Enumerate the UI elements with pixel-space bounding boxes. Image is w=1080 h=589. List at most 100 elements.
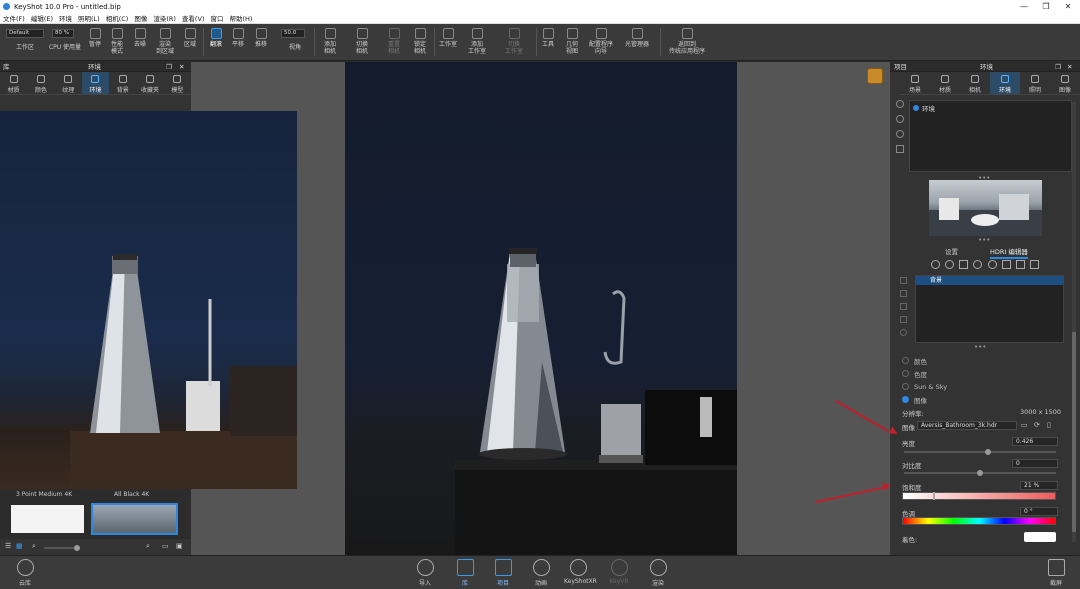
pin-up-icon[interactable] [900,290,907,297]
brightness-slider[interactable] [904,449,1056,455]
close-panel-icon[interactable]: ✕ [1067,62,1072,72]
switch-studio-button[interactable]: 切换 工作室 [500,26,528,55]
switch-camera-button[interactable]: 切换 相机 [350,26,374,55]
pin-down-icon[interactable] [900,303,907,310]
reset-camera-button[interactable]: 重置 相机 [382,26,406,55]
tab-scene[interactable]: 场景 [900,72,930,94]
panel-scrollbar[interactable] [1072,102,1076,542]
tab-lighting[interactable]: 照明 [1020,72,1050,94]
saturation-marker[interactable] [933,492,935,500]
contrast-knob[interactable] [977,470,983,476]
menu-help[interactable]: 帮助(H) [226,13,255,23]
copy-environment-icon[interactable] [896,130,904,138]
open-folder-icon[interactable]: ▭ [1021,421,1028,429]
close-panel-icon[interactable]: ✕ [179,62,184,72]
cpu-usage-input[interactable]: 80 % [52,29,74,38]
radio-color[interactable]: 颜色 [890,354,1070,367]
tab-colors[interactable]: 颜色 [27,72,54,94]
field-of-view-input[interactable]: 50.0 [281,29,305,38]
menu-lighting[interactable]: 照明(L) [75,13,103,23]
pin-tool-icon[interactable] [900,277,907,284]
hdri-preview-image[interactable] [929,180,1042,236]
menu-render[interactable]: 渲染(R) [150,13,179,23]
library-button[interactable]: 库 [451,559,479,587]
region-button[interactable]: 区域 [180,26,200,48]
tab-camera[interactable]: 相机 [960,72,990,94]
add-camera-button[interactable]: 添加 相机 [318,26,342,55]
project-button[interactable]: 项目 [489,559,517,587]
scrollbar-thumb[interactable] [1072,332,1076,532]
trash-icon[interactable]: ▯ [1047,421,1051,429]
render-button[interactable]: 渲染 [644,559,672,587]
menu-view[interactable]: 查看(V) [179,13,208,23]
duplicate-environment-icon[interactable] [896,115,904,123]
denoise-button[interactable]: 去噪 [130,26,150,48]
brightness-input[interactable]: 0.426 [1012,437,1058,446]
radio-sun-sky[interactable]: Sun & Sky [890,380,1070,393]
grid-view-icon[interactable]: ▦ [16,542,23,550]
menu-camera[interactable]: 相机(C) [103,13,132,23]
save-icon[interactable] [1001,260,1011,269]
animation-button[interactable]: 动画 [527,559,555,587]
env-thumbnail-3point[interactable] [11,505,84,533]
tab-favorites[interactable]: 收藏夹 [136,72,163,94]
background-pin-item[interactable]: 背景 [916,276,1063,285]
saturation-input[interactable]: 21 % [1020,481,1058,490]
undock-icon[interactable]: ❐ [166,62,172,72]
menu-file[interactable]: 文件(F) [0,13,28,23]
environment-list-item[interactable]: 环境 [910,101,1071,115]
image-pin-icon[interactable] [959,260,969,269]
folder-open-icon[interactable] [1015,260,1025,269]
screenshot-button[interactable]: 截屏 [1042,559,1070,587]
keyvr-button[interactable]: KeyVR [605,559,633,585]
menu-window[interactable]: 窗口 [207,13,226,23]
subtab-hdri-editor[interactable]: HDRI 编辑器 [990,246,1028,259]
cloud-library-button[interactable]: 云库 [11,559,39,587]
overlay-color-swatch[interactable] [1024,532,1056,542]
lock-camera-button[interactable]: 锁定 相机 [408,26,432,55]
menu-environment[interactable]: 环境 [56,13,75,23]
resize-handle[interactable]: ••• [978,236,990,244]
radio-image[interactable]: 图像 [890,393,1070,406]
search-icon[interactable]: ⌕ [146,542,150,551]
hue-input[interactable]: 0 ° [1020,507,1058,516]
light-manager-button[interactable]: 光管理器 [620,26,654,48]
import-button[interactable]: 导入 [411,559,439,587]
environment-list[interactable]: 环境 [909,100,1072,172]
tumble-button[interactable]: 翻滚 [206,26,226,48]
sun-pin-icon[interactable] [945,260,955,269]
keyshotxr-button[interactable]: KeyShotXR [564,559,597,585]
performance-mode-button[interactable]: 性能 模式 [106,26,128,55]
studio-button[interactable]: 工作室 [436,26,460,48]
menu-edit[interactable]: 编辑(E) [28,13,56,23]
contrast-slider[interactable] [904,470,1056,476]
menu-image[interactable]: 图像 [131,13,150,23]
configurator-wizard-button[interactable]: 配置程序 向导 [586,26,616,55]
zoom-icon[interactable]: ⌕ [32,542,36,551]
subtab-settings[interactable]: 设置 [945,246,958,256]
resize-handle[interactable]: ••• [974,343,986,351]
delete-icon[interactable] [896,145,904,153]
tab-textures[interactable]: 纹理 [55,72,82,94]
info-icon[interactable] [973,260,983,269]
hue-gradient-slider[interactable] [902,517,1056,525]
dolly-button[interactable]: 推移 [250,26,272,48]
image-file-field[interactable]: Aversis_Bathroom_3k.hdr [917,421,1017,430]
reload-icon[interactable]: ⟳ [1034,421,1040,429]
tab-material[interactable]: 材质 [930,72,960,94]
tab-image[interactable]: 图像 [1050,72,1080,94]
tab-backplates[interactable]: 背景 [109,72,136,94]
close-button[interactable]: ✕ [1054,0,1080,13]
env-thumbnail-allblack[interactable] [91,503,178,535]
copy-icon[interactable] [1029,260,1039,269]
pan-button[interactable]: 平移 [228,26,248,48]
back-to-legacy-button[interactable]: 返回到 传统应用程序 [664,26,710,55]
zoom-fit-icon[interactable] [867,68,883,84]
folder-icon[interactable]: ▭ [162,542,169,550]
tab-materials[interactable]: 材质 [0,72,27,94]
tab-models[interactable]: 模型 [164,72,191,94]
radio-gradient[interactable]: 色度 [890,367,1070,380]
pin-add-icon[interactable] [900,329,907,336]
region-render-button[interactable]: 渲染 到区域 [152,26,178,55]
import-folder-icon[interactable]: ▣ [176,542,183,550]
